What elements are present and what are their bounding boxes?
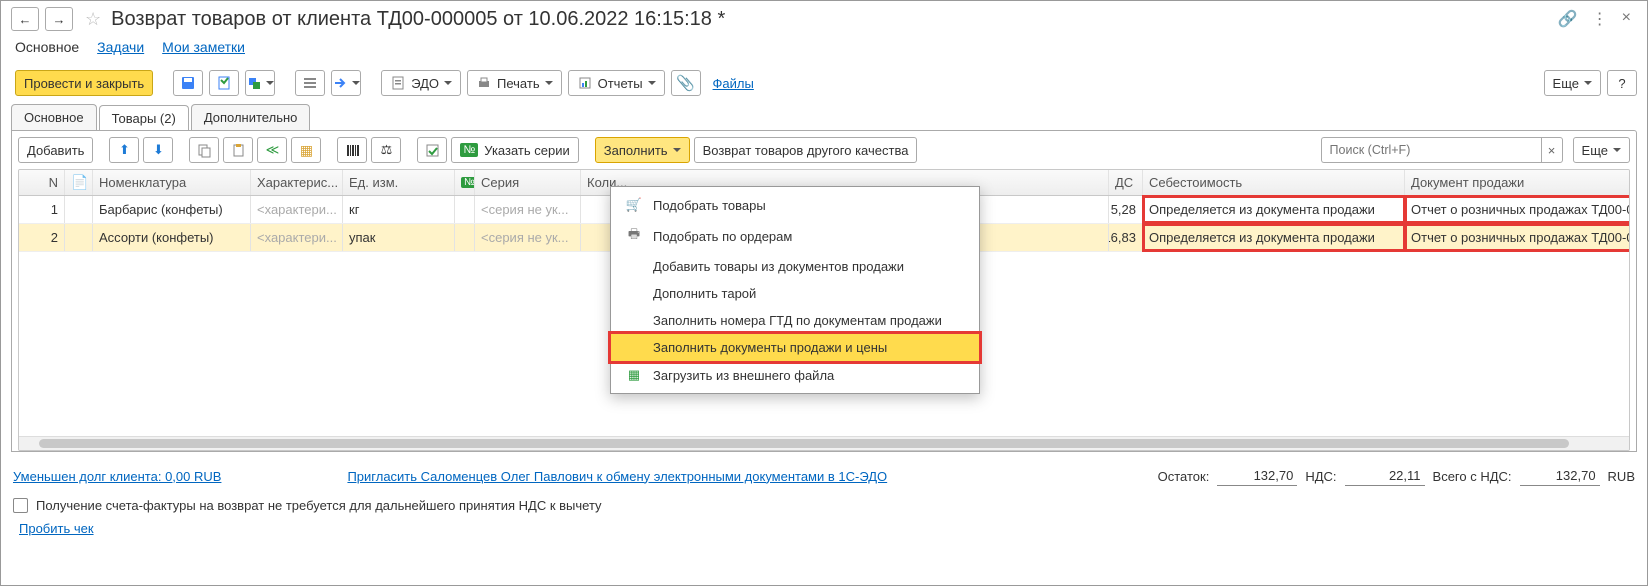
menu-pick-goods[interactable]: 🛒Подобрать товары [611, 191, 979, 219]
vat-label: НДС: [1305, 469, 1336, 484]
nav-tab-main[interactable]: Основное [15, 39, 79, 55]
menu-pick-orders[interactable]: 🖶Подобрать по ордерам [611, 219, 979, 253]
fill-dropdown-menu: 🛒Подобрать товары 🖶Подобрать по ордерам … [610, 186, 980, 394]
balance-label: Остаток: [1158, 469, 1210, 484]
based-on-button[interactable] [245, 70, 275, 96]
menu-add-from-sales[interactable]: Добавить товары из документов продажи [611, 253, 979, 280]
search-clear-button[interactable]: × [1541, 137, 1563, 163]
menu-fill-gtd[interactable]: Заполнить номера ГТД по документам прода… [611, 307, 979, 334]
search-input[interactable] [1321, 137, 1541, 163]
sf-not-required-checkbox[interactable] [13, 498, 28, 513]
share-button[interactable]: ≪ [257, 137, 287, 163]
nav-tab-tasks[interactable]: Задачи [97, 39, 144, 55]
edo-button[interactable]: ЭДО [381, 70, 461, 96]
grid-search: × [1321, 137, 1563, 163]
post-and-close-button[interactable]: Провести и закрыть [15, 70, 153, 96]
move-up-button[interactable]: ⬆ [109, 137, 139, 163]
favorite-star-icon[interactable]: ☆ [85, 9, 101, 30]
attach-button[interactable]: 📎 [671, 70, 701, 96]
doc-tab-items[interactable]: Товары (2) [99, 105, 189, 131]
save-button[interactable] [173, 70, 203, 96]
col-sale[interactable]: Документ продажи [1405, 170, 1630, 195]
files-link[interactable]: Файлы [713, 76, 754, 91]
fill-dropdown-button[interactable]: Заполнить [595, 137, 690, 163]
reports-button[interactable]: Отчеты [568, 70, 665, 96]
col-item[interactable]: Номенклатура [93, 170, 251, 195]
doc-tab-extra[interactable]: Дополнительно [191, 104, 311, 130]
col-folder-icon[interactable]: 📄 [65, 170, 93, 195]
close-icon[interactable]: × [1622, 9, 1631, 29]
nav-back-button[interactable]: ← [11, 7, 39, 31]
col-series-icon[interactable]: № [455, 170, 475, 195]
sf-not-required-label: Получение счета-фактуры на возврат не тр… [36, 498, 602, 513]
col-cost[interactable]: Себестоимость [1143, 170, 1405, 195]
spreadsheet-icon: ▦ [625, 367, 643, 383]
document-title: Возврат товаров от клиента ТД00-000005 о… [111, 8, 1554, 31]
currency: RUB [1608, 469, 1635, 484]
col-unit[interactable]: Ед. изм. [343, 170, 455, 195]
copy-button[interactable] [189, 137, 219, 163]
balance-value: 132,70 [1217, 466, 1297, 486]
post-button[interactable] [209, 70, 239, 96]
col-n[interactable]: N [19, 170, 65, 195]
command-toolbar: Провести и закрыть ЭДО Печать Отчеты 📎 Ф… [1, 64, 1647, 104]
help-button[interactable]: ? [1607, 70, 1637, 96]
weight-button[interactable]: ⚖ [371, 137, 401, 163]
barcode-button[interactable] [337, 137, 367, 163]
nav-forward-button[interactable]: → [45, 7, 73, 31]
receipt-link[interactable]: Пробить чек [19, 521, 94, 536]
doc-struct-button[interactable] [295, 70, 325, 96]
paste-button[interactable] [223, 137, 253, 163]
vat-value: 22,11 [1345, 466, 1425, 486]
print-button[interactable]: Печать [467, 70, 562, 96]
window-menu-icon[interactable]: ⋮ [1592, 9, 1608, 29]
col-series[interactable]: Серия [475, 170, 581, 195]
total-value: 132,70 [1520, 466, 1600, 486]
menu-load-file[interactable]: ▦Загрузить из внешнего файла [611, 361, 979, 389]
printer-icon: 🖶 [625, 225, 643, 247]
footer-options: Получение счета-фактуры на возврат не тр… [13, 498, 1635, 513]
col-char[interactable]: Характерис... [251, 170, 343, 195]
titlebar: ← → ☆ Возврат товаров от клиента ТД00-00… [1, 1, 1647, 35]
total-label: Всего с НДС: [1433, 469, 1512, 484]
go-to-button[interactable] [331, 70, 361, 96]
return-other-quality-button[interactable]: Возврат товаров другого качества [694, 137, 918, 163]
footer-totals: Уменьшен долг клиента: 0,00 RUB Пригласи… [13, 466, 1635, 486]
nav-tabs: Основное Задачи Мои заметки [1, 35, 1647, 64]
menu-add-tare[interactable]: Дополнить тарой [611, 280, 979, 307]
doc-tabs: Основное Товары (2) Дополнительно [1, 104, 1647, 130]
nav-tab-notes[interactable]: Мои заметки [162, 39, 245, 55]
doc-tab-main[interactable]: Основное [11, 104, 97, 130]
link-icon[interactable]: 🔗 [1558, 9, 1578, 29]
invite-edo-link[interactable]: Пригласить Саломенцев Олег Павлович к об… [347, 469, 887, 484]
title-actions: 🔗 ⋮ × [1558, 9, 1637, 29]
col-vat[interactable]: ДС [1109, 170, 1143, 195]
items-more-button[interactable]: Еще [1573, 137, 1630, 163]
series-button[interactable]: №Указать серии [451, 137, 578, 163]
grid-hscroll[interactable] [19, 436, 1629, 450]
move-down-button[interactable]: ⬇ [143, 137, 173, 163]
items-toolbar: Добавить ⬆ ⬇ ≪ ▦ ⚖ №Указать серии Заполн… [18, 137, 1630, 169]
menu-fill-docs-prices[interactable]: Заполнить документы продажи и цены [611, 334, 979, 361]
check-button[interactable] [417, 137, 447, 163]
cart-icon: 🛒 [625, 197, 643, 213]
add-row-button[interactable]: Добавить [18, 137, 93, 163]
link-button[interactable]: ▦ [291, 137, 321, 163]
debt-link[interactable]: Уменьшен долг клиента: 0,00 RUB [13, 469, 221, 484]
footer-receipt: Пробить чек [13, 521, 1635, 536]
toolbar-more-button[interactable]: Еще [1544, 70, 1601, 96]
